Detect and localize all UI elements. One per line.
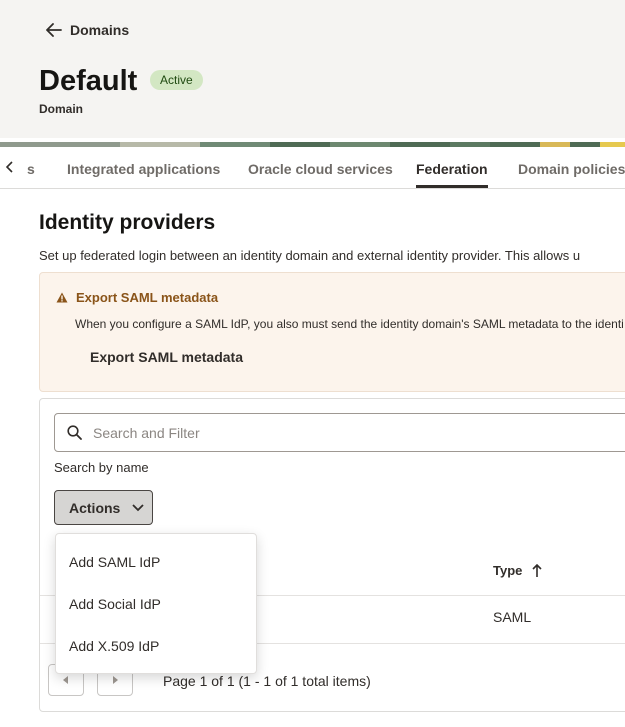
tab-federation[interactable]: Federation [416,147,488,188]
warning-title: Export SAML metadata [56,290,218,305]
tab-truncated[interactable]: s [27,147,35,187]
export-saml-metadata-button[interactable]: Export SAML metadata [90,349,243,365]
actions-menu: Add SAML IdP Add Social IdP Add X.509 Id… [55,533,257,674]
chevron-down-icon [132,503,144,511]
tab-integrated-applications[interactable]: Integrated applications [67,147,220,187]
column-header-type-label: Type [493,563,523,578]
pagination-info: Page 1 of 1 (1 - 1 of 1 total items) [163,673,371,689]
column-header-type[interactable]: Type [493,563,542,578]
warning-icon [56,292,68,303]
page-title: Default [39,65,138,97]
table-cell-type: SAML [493,609,532,625]
warning-title-label: Export SAML metadata [76,290,219,305]
menu-item-add-social-idp[interactable]: Add Social IdP [56,583,256,625]
header-pattern [0,138,625,147]
menu-item-add-saml-idp[interactable]: Add SAML IdP [56,541,256,583]
search-icon [67,425,82,440]
back-link-label: Domains [70,22,130,38]
tab-oracle-cloud-services[interactable]: Oracle cloud services [248,147,393,187]
chevron-left-icon [63,676,68,684]
tab-bar: s Integrated applications Oracle cloud s… [0,147,625,189]
warning-text: When you configure a SAML IdP, you also … [75,317,624,331]
section-description: Set up federated login between an identi… [39,248,581,263]
actions-button[interactable]: Actions [54,490,153,525]
section-title: Identity providers [39,211,216,234]
search-input[interactable] [93,414,625,451]
sort-ascending-icon [532,563,542,577]
chevron-left-icon [6,161,13,173]
search-field[interactable] [54,413,625,452]
search-helper-text: Search by name [54,460,149,475]
warning-banner: Export SAML metadata When you configure … [39,272,625,392]
arrow-left-icon [46,23,62,37]
back-link[interactable]: Domains [46,22,129,38]
menu-item-add-x509-idp[interactable]: Add X.509 IdP [56,625,256,667]
tab-scroll-left[interactable] [0,147,20,187]
tab-domain-policies[interactable]: Domain policies [518,147,625,187]
status-badge: Active [150,70,203,90]
actions-button-label: Actions [69,499,121,516]
page-subtitle: Domain [39,102,84,116]
chevron-right-icon [113,676,118,684]
page-header: Domains Default Active Domain [0,0,625,138]
